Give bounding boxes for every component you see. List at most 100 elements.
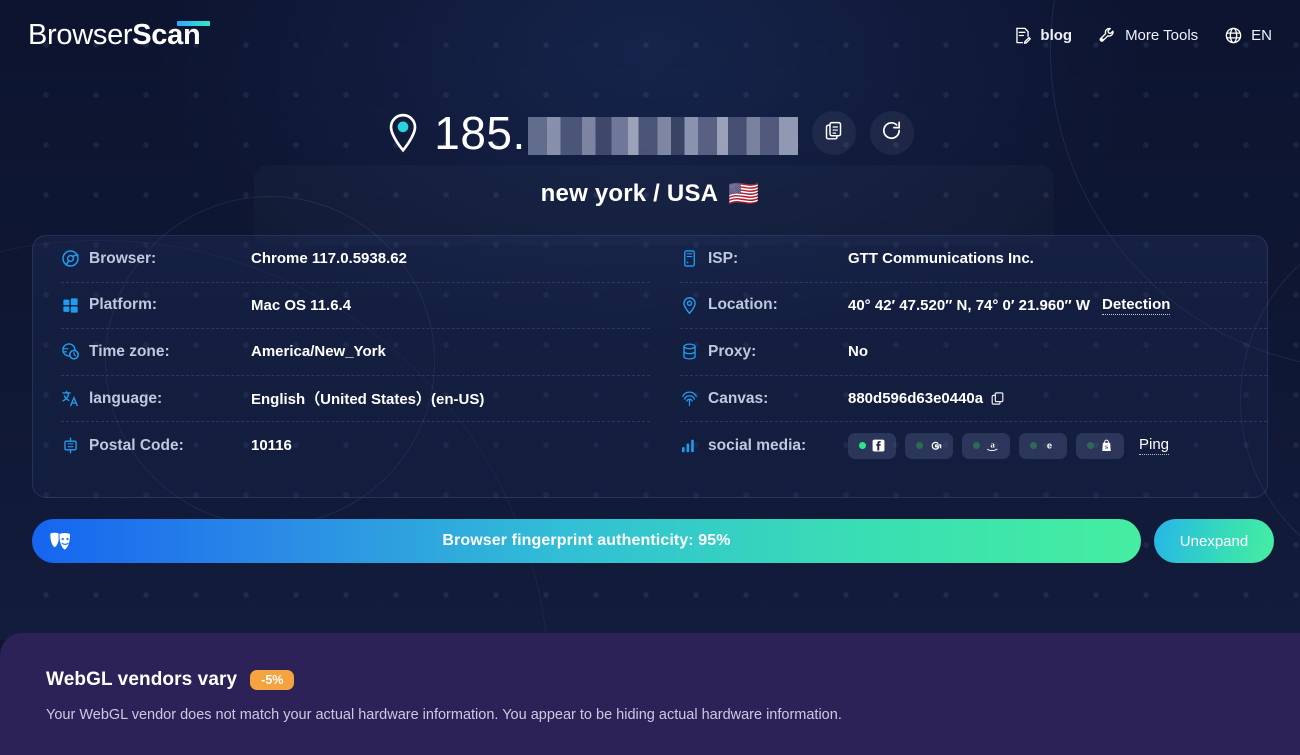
clock-globe-icon	[61, 342, 80, 361]
info-row-language: language: English（United States）(en-US)	[61, 376, 650, 423]
ip-address-row: 185.	[0, 110, 1300, 156]
info-row-browser: Browser: Chrome 117.0.5938.62	[61, 236, 650, 283]
shopify-icon: S	[1099, 438, 1114, 453]
webgl-warning-section: WebGL vendors vary -5% Your WebGL vendor…	[0, 633, 1300, 755]
info-value-browser: Chrome 117.0.5938.62	[251, 250, 407, 267]
authenticity-score-bar: Browser fingerprint authenticity: 95%	[32, 519, 1141, 563]
info-label-browser: Browser:	[61, 249, 251, 268]
authenticity-score-text: Browser fingerprint authenticity: 95%	[32, 532, 1141, 550]
social-chip-ebay[interactable]: e	[1019, 433, 1067, 459]
nav-item-blog[interactable]: blog	[1013, 26, 1072, 45]
label-text: Browser:	[89, 250, 156, 268]
webgl-warning-title-row: WebGL vendors vary -5%	[46, 669, 1300, 691]
info-value-language: English（United States）(en-US)	[251, 388, 484, 409]
us-flag-icon: 🇺🇸	[728, 182, 759, 207]
info-row-canvas: Canvas: 880d596d63e0440a	[680, 376, 1267, 423]
fingerprint-icon	[680, 389, 699, 408]
chrome-icon	[61, 249, 80, 268]
ip-address-text: 185.	[434, 110, 798, 156]
webgl-penalty-badge: -5%	[250, 670, 294, 691]
social-chip-google[interactable]	[905, 433, 953, 459]
blog-icon	[1013, 26, 1032, 45]
info-label-timezone: Time zone:	[61, 342, 251, 361]
authenticity-score-row: Browser fingerprint authenticity: 95% Un…	[32, 519, 1274, 563]
browserscan-page: BrowserScan blog	[0, 0, 1300, 755]
nav-label-more-tools: More Tools	[1125, 27, 1198, 44]
wrench-icon	[1098, 26, 1117, 45]
info-value-isp: GTT Communications Inc.	[848, 250, 1034, 267]
svg-text:S: S	[1104, 445, 1107, 451]
server-icon	[680, 249, 699, 268]
location-pin-icon	[386, 113, 420, 153]
info-row-location: Location: 40° 42′ 47.520″ N, 74° 0′ 21.9…	[680, 283, 1267, 330]
info-label-social-media: social media:	[680, 436, 848, 455]
brand-logo[interactable]: BrowserScan	[28, 19, 200, 52]
fingerprint-info-card: Browser: Chrome 117.0.5938.62 Platform:	[32, 235, 1268, 498]
info-value-proxy: No	[848, 343, 868, 360]
social-chip-shopify[interactable]: S	[1076, 433, 1124, 459]
info-row-proxy: Proxy: No	[680, 329, 1267, 376]
social-chip-amazon[interactable]: a	[962, 433, 1010, 459]
status-dot	[916, 442, 923, 449]
label-text: Canvas:	[708, 390, 768, 408]
label-text: Proxy:	[708, 343, 756, 361]
nav-item-language[interactable]: EN	[1224, 26, 1272, 45]
location-detection-link[interactable]: Detection	[1102, 296, 1170, 315]
header-nav: blog More Tools	[1013, 26, 1272, 45]
info-value-timezone: America/New_York	[251, 343, 386, 360]
nav-label-language: EN	[1251, 27, 1272, 44]
svg-text:e: e	[1046, 441, 1051, 451]
label-text: Location:	[708, 296, 778, 314]
nav-item-more-tools[interactable]: More Tools	[1098, 26, 1198, 45]
info-value-location: 40° 42′ 47.520″ N, 74° 0′ 21.960″ W Dete…	[848, 296, 1170, 315]
social-chip-facebook[interactable]	[848, 433, 896, 459]
ebay-icon: e	[1042, 438, 1057, 453]
social-media-ping-link[interactable]: Ping	[1139, 436, 1169, 455]
info-row-social-media: social media:	[680, 422, 1267, 469]
logo-text-browser: Browser	[28, 19, 132, 52]
info-label-proxy: Proxy:	[680, 342, 848, 361]
google-icon	[928, 438, 943, 453]
nav-label-blog: blog	[1040, 27, 1072, 44]
refresh-icon	[880, 119, 903, 147]
facebook-icon	[871, 438, 886, 453]
info-value-social-media: a e	[848, 433, 1169, 459]
globe-icon	[1224, 26, 1243, 45]
signal-icon	[680, 436, 699, 455]
unexpand-button[interactable]: Unexpand	[1154, 519, 1274, 563]
amazon-icon: a	[985, 438, 1000, 453]
city-country-text: new york / USA	[541, 180, 719, 208]
info-value-platform: Mac OS 11.6.4	[251, 297, 351, 314]
status-dot	[1030, 442, 1037, 449]
translate-icon	[61, 389, 80, 408]
info-label-canvas: Canvas:	[680, 389, 848, 408]
mailbox-icon	[61, 436, 80, 455]
webgl-warning-title: WebGL vendors vary	[46, 669, 237, 691]
copy-ip-button[interactable]	[812, 111, 856, 155]
refresh-ip-button[interactable]	[870, 111, 914, 155]
ip-prefix: 185.	[434, 107, 526, 159]
info-label-postal-code: Postal Code:	[61, 436, 251, 455]
city-country-row: new york / USA 🇺🇸	[0, 180, 1300, 208]
site-header: BrowserScan blog	[0, 0, 1300, 70]
label-text: Time zone:	[89, 343, 170, 361]
status-dot	[1087, 442, 1094, 449]
windows-icon	[61, 296, 80, 315]
info-value-postal-code: 10116	[251, 437, 292, 454]
label-text: language:	[89, 390, 162, 408]
label-text: Postal Code:	[89, 437, 184, 455]
info-row-postal-code: Postal Code: 10116	[61, 422, 650, 469]
database-icon	[680, 342, 699, 361]
info-row-platform: Platform: Mac OS 11.6.4	[61, 283, 650, 330]
canvas-hash: 880d596d63e0440a	[848, 390, 983, 407]
info-column-left: Browser: Chrome 117.0.5938.62 Platform:	[33, 236, 650, 497]
info-label-language: language:	[61, 389, 251, 408]
copy-canvas-icon[interactable]	[990, 391, 1005, 406]
webgl-warning-description: Your WebGL vendor does not match your ac…	[46, 707, 1300, 723]
masks-icon	[48, 529, 73, 553]
label-text: Platform:	[89, 296, 157, 314]
location-coords: 40° 42′ 47.520″ N, 74° 0′ 21.960″ W	[848, 297, 1090, 314]
location-pin-icon	[680, 296, 699, 315]
logo-accent-bar	[177, 21, 210, 26]
info-column-right: ISP: GTT Communications Inc. Location: 4…	[650, 236, 1267, 497]
